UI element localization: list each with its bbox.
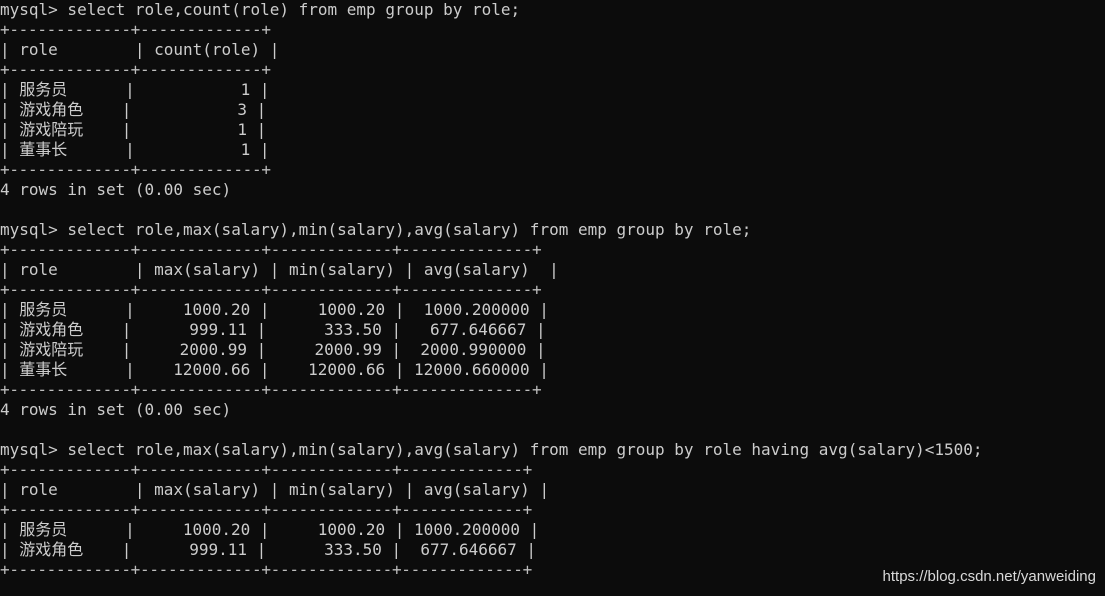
table-header-row: | role | count(role) | xyxy=(0,40,280,59)
table-border-line: +-------------+-------------+-----------… xyxy=(0,280,542,299)
table-row: | 服务员 | 1000.20 | 1000.20 | 1000.200000 … xyxy=(0,300,549,319)
watermark-text: https://blog.csdn.net/yanweiding xyxy=(882,568,1096,585)
table-row: | 董事长 | 12000.66 | 12000.66 | 12000.6600… xyxy=(0,360,549,379)
result-summary: 4 rows in set (0.00 sec) xyxy=(0,400,232,419)
terminal-line-prompt-2: mysql> select role,max(salary),min(salar… xyxy=(0,220,752,239)
table-row: | 游戏角色 | 3 | xyxy=(0,100,267,119)
table-row: | 游戏角色 | 999.11 | 333.50 | 677.646667 | xyxy=(0,320,546,339)
table-border-line: +-------------+-------------+ xyxy=(0,160,271,179)
terminal-line-prompt-3: mysql> select role,max(salary),min(salar… xyxy=(0,440,983,459)
result-summary: 4 rows in set (0.00 sec) xyxy=(0,180,232,199)
table-row: | 游戏角色 | 999.11 | 333.50 | 677.646667 | xyxy=(0,540,537,559)
terminal-line-prompt-1: mysql> select role,count(role) from emp … xyxy=(0,0,521,19)
table-border-line: +-------------+-------------+-----------… xyxy=(0,240,542,259)
terminal-output: mysql> select role,count(role) from emp … xyxy=(0,0,1105,596)
table-border-line: +-------------+-------------+ xyxy=(0,60,271,79)
table-header-row: | role | max(salary) | min(salary) | avg… xyxy=(0,480,550,499)
table-row: | 游戏陪玩 | 2000.99 | 2000.99 | 2000.990000… xyxy=(0,340,546,359)
table-border-line: +-------------+-------------+-----------… xyxy=(0,500,532,519)
table-border-line: +-------------+-------------+ xyxy=(0,20,271,39)
table-header-row: | role | max(salary) | min(salary) | avg… xyxy=(0,260,559,279)
table-border-line: +-------------+-------------+-----------… xyxy=(0,460,532,479)
table-row: | 服务员 | 1000.20 | 1000.20 | 1000.200000 … xyxy=(0,520,540,539)
table-row: | 董事长 | 1 | xyxy=(0,140,270,159)
table-border-line: +-------------+-------------+-----------… xyxy=(0,380,542,399)
table-row: | 服务员 | 1 | xyxy=(0,80,270,99)
table-row: | 游戏陪玩 | 1 | xyxy=(0,120,267,139)
